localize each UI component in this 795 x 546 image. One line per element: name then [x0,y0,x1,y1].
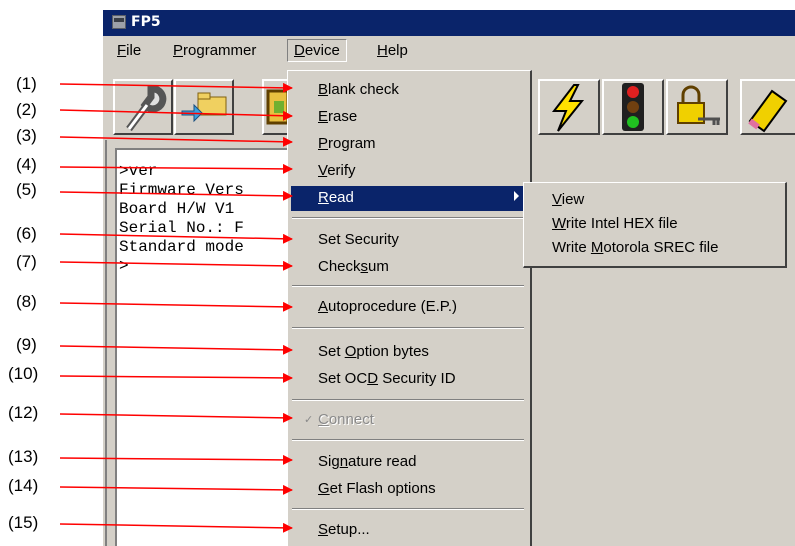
callout-arrow [59,522,293,533]
callout-arrow [59,454,293,465]
callout-arrow [59,190,293,201]
callout-arrow [59,163,293,174]
callout-arrow [59,412,293,423]
callout-arrow [59,109,293,121]
callout-arrow [59,233,293,244]
callout-arrows [59,82,293,533]
callout-arrow [59,372,293,383]
callout-arrow [59,484,293,495]
callout-arrow [59,301,293,312]
callout-arrow [59,136,293,147]
callout-arrow [59,260,293,271]
callout-arrow [59,344,293,355]
callout-arrow [59,82,293,93]
